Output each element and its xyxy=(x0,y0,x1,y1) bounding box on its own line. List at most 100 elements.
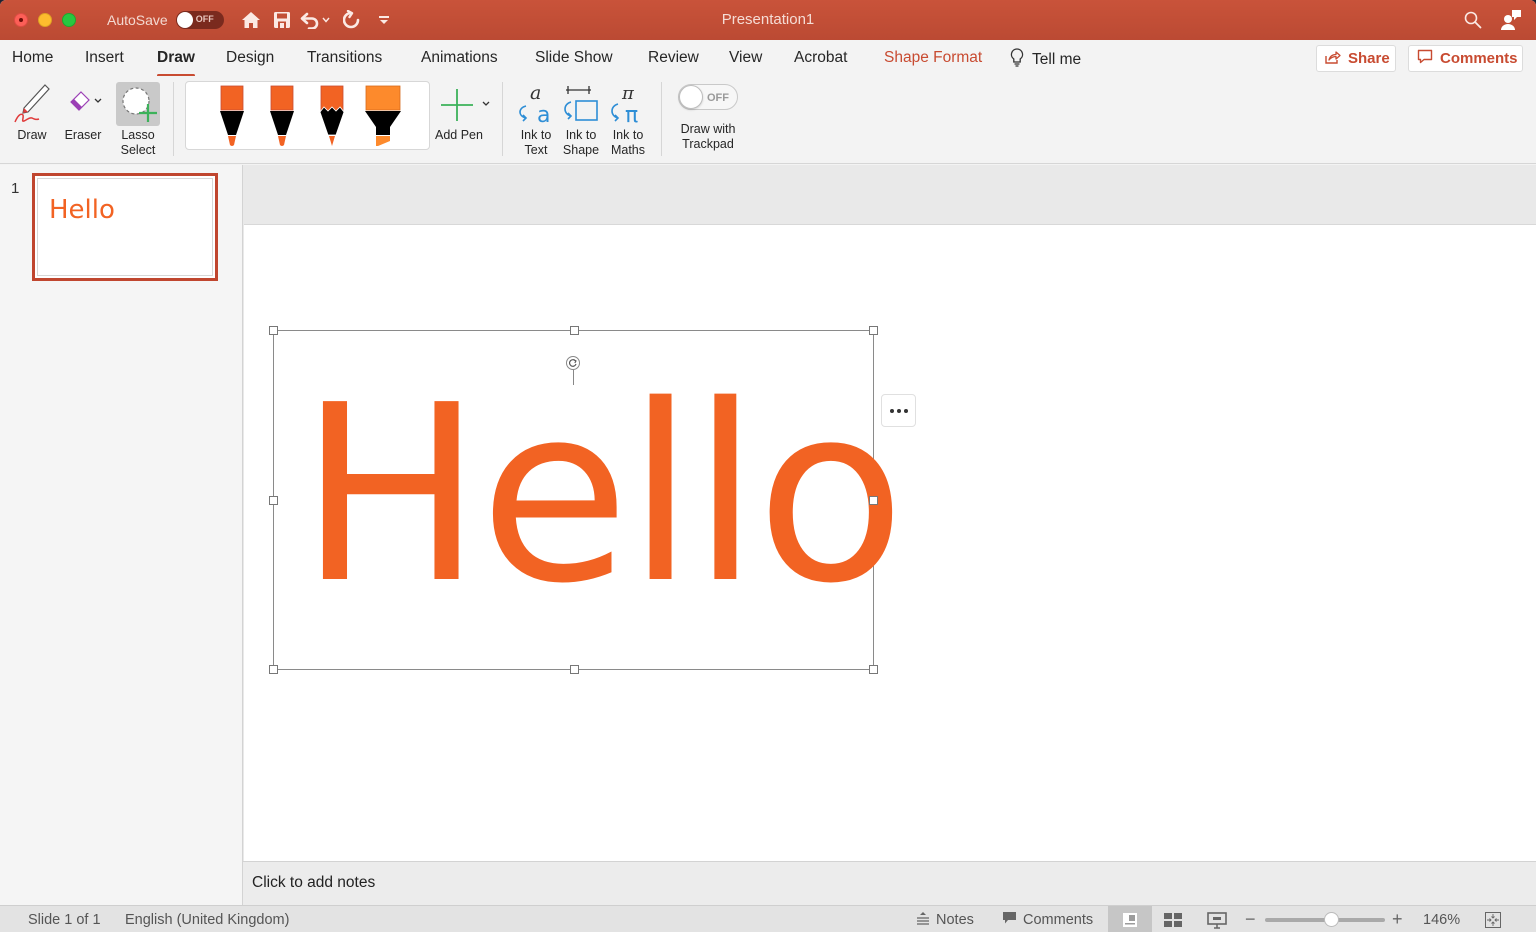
lasso-select-icon xyxy=(116,82,160,126)
resize-handle-left[interactable] xyxy=(269,496,278,505)
tab-slide-show[interactable]: Slide Show xyxy=(535,49,613,67)
status-bar: Slide 1 of 1 English (United Kingdom) No… xyxy=(0,905,1536,932)
slide-text[interactable]: Hello xyxy=(299,355,905,635)
ribbon-separator xyxy=(502,82,503,156)
tab-home[interactable]: Home xyxy=(12,49,53,67)
slide-show-view-button[interactable] xyxy=(1207,906,1227,932)
slide-thumbnail[interactable]: Hello xyxy=(32,173,218,281)
presenter-icon xyxy=(1207,911,1227,929)
notes-icon xyxy=(916,911,930,929)
resize-handle-top-left[interactable] xyxy=(269,326,278,335)
ink-to-shape-label-2: Shape xyxy=(562,143,600,157)
ink-to-maths-icon: ππ xyxy=(608,80,648,128)
search-icon[interactable] xyxy=(1464,11,1482,34)
slide-editor: Hello xyxy=(243,165,1536,861)
close-window-button[interactable] xyxy=(14,13,28,27)
comments-button[interactable]: Comments xyxy=(1408,45,1523,72)
titlebar-right-tools xyxy=(1464,9,1522,36)
dot xyxy=(889,408,894,413)
redo-icon[interactable] xyxy=(340,9,366,31)
svg-text:π: π xyxy=(621,83,635,104)
svg-text:a: a xyxy=(537,103,550,126)
tab-draw[interactable]: Draw xyxy=(157,49,195,77)
zoom-slider[interactable] xyxy=(1265,912,1385,927)
resize-handle-bottom[interactable] xyxy=(570,665,579,674)
ink-to-shape-button[interactable]: Ink to Shape xyxy=(561,80,601,158)
pen-1-button[interactable] xyxy=(220,85,244,152)
home-icon[interactable] xyxy=(238,9,264,31)
fit-to-window-button[interactable] xyxy=(1485,906,1501,932)
trackpad-label-1: Draw with xyxy=(680,122,736,136)
ink-to-shape-icon xyxy=(561,80,601,128)
draw-with-trackpad-toggle[interactable]: OFF xyxy=(678,84,738,110)
ink-to-maths-button[interactable]: ππ Ink to Maths xyxy=(608,80,648,158)
tab-view[interactable]: View xyxy=(729,49,762,67)
fit-to-window-icon xyxy=(1485,911,1501,928)
eraser-button[interactable]: Eraser xyxy=(63,80,103,143)
trackpad-label-2: Trackpad xyxy=(682,137,734,151)
quick-access-toolbar: AutoSave OFF xyxy=(107,9,402,31)
pen-2-button[interactable] xyxy=(270,85,294,152)
lasso-select-button[interactable]: Lasso Select xyxy=(116,80,160,158)
tab-transitions[interactable]: Transitions xyxy=(307,49,382,67)
comments-pane-button[interactable]: Comments xyxy=(1002,906,1093,932)
tab-shape-format[interactable]: Shape Format xyxy=(884,49,982,67)
autosave-label: AutoSave xyxy=(107,12,168,28)
tell-me-search[interactable]: Tell me xyxy=(1010,48,1081,72)
notes-label: Notes xyxy=(936,911,974,928)
selected-text-box[interactable]: Hello xyxy=(269,326,905,674)
resize-handle-top[interactable] xyxy=(570,326,579,335)
eraser-label: Eraser xyxy=(64,128,102,142)
notes-pane[interactable]: Click to add notes xyxy=(243,861,1536,905)
undo-dropdown-icon[interactable] xyxy=(320,9,332,31)
comment-icon xyxy=(1417,49,1433,68)
resize-handle-top-right[interactable] xyxy=(869,326,878,335)
language-indicator[interactable]: English (United Kingdom) xyxy=(125,912,289,928)
slide-sorter-button[interactable] xyxy=(1163,906,1183,932)
tab-design[interactable]: Design xyxy=(226,49,274,67)
document-title: Presentation1 xyxy=(721,11,815,28)
tab-acrobat[interactable]: Acrobat xyxy=(794,49,847,67)
comments-label: Comments xyxy=(1440,50,1518,67)
normal-view-button[interactable] xyxy=(1108,906,1152,932)
tab-review[interactable]: Review xyxy=(648,49,699,67)
toggle-knob xyxy=(679,85,703,109)
resize-handle-right[interactable] xyxy=(869,496,878,505)
zoom-slider-thumb[interactable] xyxy=(1324,912,1339,927)
ribbon-tabs: Home Insert Draw Design Transitions Anim… xyxy=(0,40,1536,77)
toggle-knob xyxy=(176,12,193,28)
undo-icon[interactable] xyxy=(300,9,320,31)
pencil-button[interactable] xyxy=(319,85,345,152)
add-pen-button[interactable]: Add Pen xyxy=(435,80,499,143)
notes-placeholder: Click to add notes xyxy=(252,874,376,891)
ink-to-shape-label-1: Ink to xyxy=(565,128,597,142)
tab-insert[interactable]: Insert xyxy=(85,49,124,67)
share-button[interactable]: Share xyxy=(1316,45,1396,72)
slide-canvas[interactable]: Hello xyxy=(244,224,1536,861)
zoom-percent[interactable]: 146% xyxy=(1423,912,1460,928)
ink-to-text-button[interactable]: aa Ink to Text xyxy=(516,80,556,158)
zoom-in-button[interactable]: + xyxy=(1392,909,1403,930)
customize-qat-icon[interactable] xyxy=(371,9,397,31)
autosave-toggle[interactable]: OFF xyxy=(175,11,224,29)
resize-handle-bottom-left[interactable] xyxy=(269,665,278,674)
share-person-icon[interactable] xyxy=(1500,9,1522,36)
slide-sorter-icon xyxy=(1164,912,1182,927)
more-options-button[interactable] xyxy=(881,394,916,427)
ribbon-separator xyxy=(173,82,174,156)
draw-tool-button[interactable]: Draw xyxy=(12,80,52,143)
highlighter-button[interactable] xyxy=(365,85,401,152)
ink-to-text-icon: aa xyxy=(516,80,556,128)
save-icon[interactable] xyxy=(269,9,295,31)
maximize-window-button[interactable] xyxy=(62,13,76,27)
title-bar: AutoSave OFF Presentation1 xyxy=(0,0,1536,40)
tab-animations[interactable]: Animations xyxy=(421,49,498,67)
dot xyxy=(896,408,901,413)
minimize-window-button[interactable] xyxy=(38,13,52,27)
autosave-state: OFF xyxy=(195,14,214,24)
trackpad-state: OFF xyxy=(707,92,729,104)
resize-handle-bottom-right[interactable] xyxy=(869,665,878,674)
zoom-out-button[interactable]: − xyxy=(1245,909,1256,930)
notes-toggle-button[interactable]: Notes xyxy=(916,906,974,932)
svg-text:a: a xyxy=(530,82,541,104)
